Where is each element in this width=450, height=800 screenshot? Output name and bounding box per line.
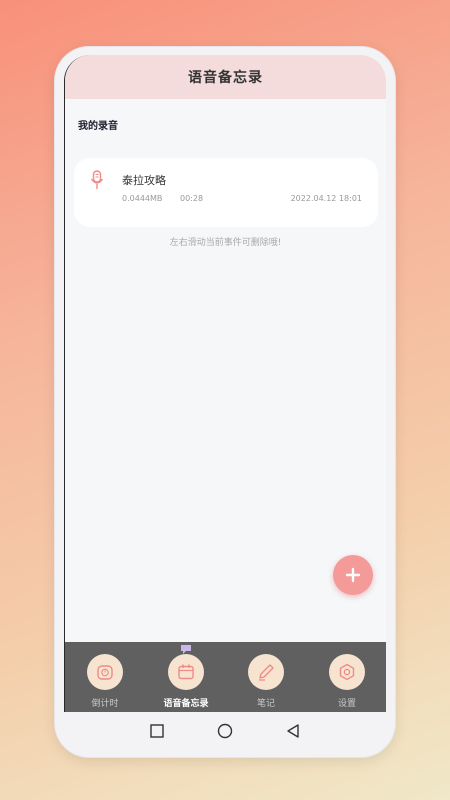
section-title: 我的录音	[78, 121, 118, 132]
app-screen: 语音备忘录 我的录音 泰拉攻略 0.0444MB 00:28 2022.04.1…	[64, 55, 386, 712]
tab-label: 笔记	[256, 699, 275, 709]
back-icon[interactable]	[285, 723, 301, 739]
tab-label: 设置	[337, 699, 356, 709]
page-title: 语音备忘录	[188, 70, 263, 86]
tab-label: 倒计时	[91, 699, 119, 709]
bottom-tab-bar: 倒计时 语音备忘录 笔记 设置	[65, 642, 386, 712]
app-header: 语音备忘录	[65, 55, 386, 99]
gear-icon	[339, 663, 355, 681]
swipe-hint: 左右滑动当前事件可删除哦!	[169, 238, 282, 248]
microphone-icon	[90, 170, 104, 189]
recording-duration: 00:28	[180, 194, 204, 203]
recording-title: 泰拉攻略	[122, 174, 166, 187]
recording-size: 0.0444MB	[122, 194, 163, 203]
add-recording-button[interactable]	[333, 555, 373, 595]
home-icon[interactable]	[217, 723, 233, 739]
plus-icon	[345, 567, 361, 583]
recent-apps-icon[interactable]	[149, 723, 165, 739]
tab-label: 语音备忘录	[163, 699, 209, 709]
recording-date: 2022.04.12 18:01	[290, 194, 362, 203]
calendar-icon	[178, 664, 194, 680]
recording-card[interactable]: 泰拉攻略 0.0444MB 00:28 2022.04.12 18:01	[74, 158, 378, 227]
pen-icon	[259, 664, 274, 681]
clock-icon	[97, 665, 113, 680]
tab-notes[interactable]: 笔记	[231, 642, 301, 712]
tab-settings[interactable]: 设置	[312, 642, 382, 712]
tab-voice-memo[interactable]: 语音备忘录	[151, 642, 221, 712]
tab-countdown[interactable]: 倒计时	[70, 642, 140, 712]
system-navigation-bar	[64, 712, 386, 750]
